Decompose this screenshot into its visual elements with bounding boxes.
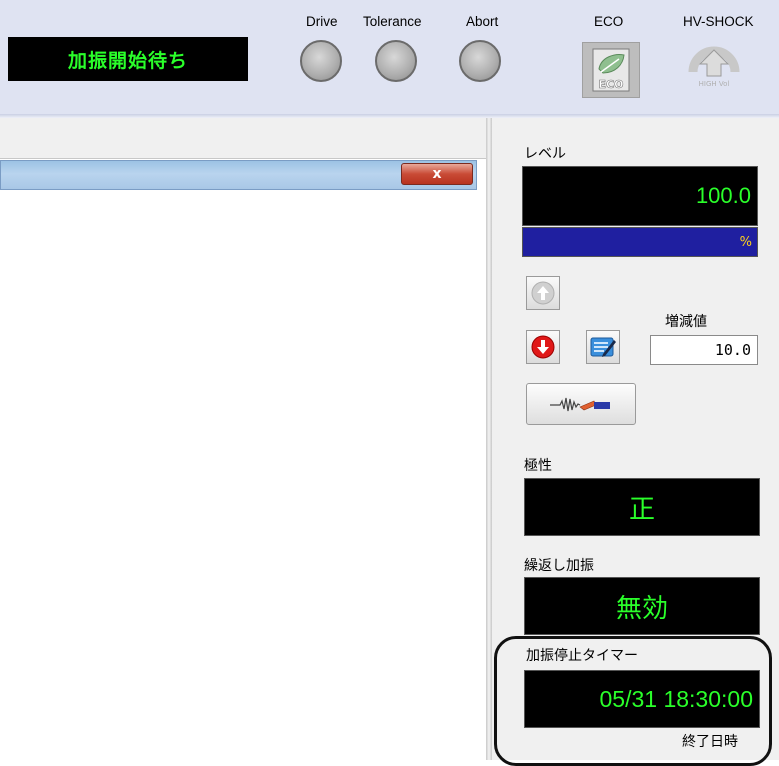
edit-step-button[interactable] (586, 330, 620, 364)
waveform-button[interactable] (526, 383, 636, 425)
step-label: 増減値 (665, 314, 707, 330)
abort-lamp-label: Abort (466, 14, 499, 29)
edit-pencil-icon (590, 337, 616, 357)
repeat-label: 繰返し加振 (524, 558, 594, 574)
abort-lamp (459, 40, 501, 82)
polarity-display: 正 (524, 478, 760, 536)
run-status-display: 加振開始待ち (8, 37, 248, 81)
step-value-field[interactable]: 10.0 (650, 335, 758, 365)
hv-shock-label: HV-SHOCK (683, 14, 754, 29)
eco-button[interactable]: ECO (582, 42, 640, 98)
svg-text:ECO: ECO (599, 78, 624, 91)
repeat-display: 無効 (524, 577, 760, 635)
child-window-body (0, 190, 477, 760)
drive-lamp-label: Drive (306, 14, 338, 29)
down-arrow-icon (531, 335, 555, 359)
waveform-icon (550, 397, 610, 412)
level-up-button[interactable] (526, 276, 560, 310)
window-close-button[interactable]: x (401, 163, 473, 185)
left-pane-toolbar-area (0, 118, 486, 159)
polarity-label: 極性 (524, 458, 552, 474)
tolerance-lamp (375, 40, 417, 82)
drive-lamp (300, 40, 342, 82)
hv-shock-button[interactable]: HIGH Vol (684, 38, 744, 94)
eco-label: ECO (594, 14, 624, 29)
level-unit: % (739, 234, 752, 250)
close-icon: x (432, 166, 442, 182)
eco-leaf-icon: ECO (592, 48, 630, 92)
timer-highlight-ring (494, 636, 772, 766)
level-unit-bar: % (522, 227, 758, 257)
tolerance-lamp-label: Tolerance (363, 14, 422, 29)
level-label: レベル (524, 146, 566, 162)
high-vol-badge: HIGH Vol (699, 80, 730, 88)
up-arrow-icon (531, 281, 555, 305)
high-vol-icon: HIGH Vol (688, 46, 740, 88)
level-value-display: 100.0 (522, 166, 758, 226)
level-down-button[interactable] (526, 330, 560, 364)
